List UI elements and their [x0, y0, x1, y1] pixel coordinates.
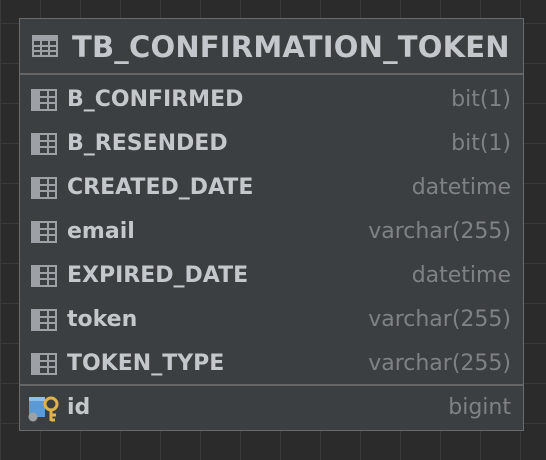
column-type: varchar(255) — [368, 219, 511, 244]
column-name: B_RESENDED — [67, 131, 228, 156]
column-icon — [31, 221, 57, 243]
column-name: id — [67, 395, 91, 420]
column-row-token-type[interactable]: TOKEN_TYPE varchar(255) — [20, 342, 523, 386]
entity-header[interactable]: TB_CONFIRMATION_TOKEN — [20, 19, 523, 75]
primary-key-icon — [28, 396, 59, 422]
column-icon — [31, 265, 57, 287]
column-icon — [31, 309, 57, 331]
column-name: EXPIRED_DATE — [67, 263, 249, 288]
column-name: B_CONFIRMED — [67, 87, 244, 112]
entity-title: TB_CONFIRMATION_TOKEN — [72, 30, 510, 64]
column-row-created-date[interactable]: CREATED_DATE datetime — [20, 166, 523, 210]
column-icon — [31, 133, 57, 155]
column-row-email[interactable]: email varchar(255) — [20, 210, 523, 254]
column-icon — [31, 353, 57, 375]
entity-tb-confirmation-token[interactable]: TB_CONFIRMATION_TOKEN B_CONFIRMED bit(1)… — [19, 18, 524, 431]
column-type: varchar(255) — [368, 351, 511, 376]
column-type: datetime — [411, 175, 511, 200]
column-type: bit(1) — [451, 87, 511, 112]
column-row-id[interactable]: id bigint — [20, 386, 523, 430]
column-row-expired-date[interactable]: EXPIRED_DATE datetime — [20, 254, 523, 298]
column-type: bit(1) — [451, 131, 511, 156]
column-icon — [31, 177, 57, 199]
column-row-token[interactable]: token varchar(255) — [20, 298, 523, 342]
column-row-b-resended[interactable]: B_RESENDED bit(1) — [20, 122, 523, 166]
column-name: CREATED_DATE — [67, 175, 254, 200]
column-type: datetime — [411, 263, 511, 288]
column-type: bigint — [448, 395, 511, 420]
column-name: token — [67, 307, 138, 332]
column-name: email — [67, 219, 135, 244]
column-type: varchar(255) — [368, 307, 511, 332]
table-icon — [32, 35, 58, 57]
column-icon — [31, 89, 57, 111]
column-row-b-confirmed[interactable]: B_CONFIRMED bit(1) — [20, 78, 523, 122]
column-name: TOKEN_TYPE — [67, 351, 225, 376]
